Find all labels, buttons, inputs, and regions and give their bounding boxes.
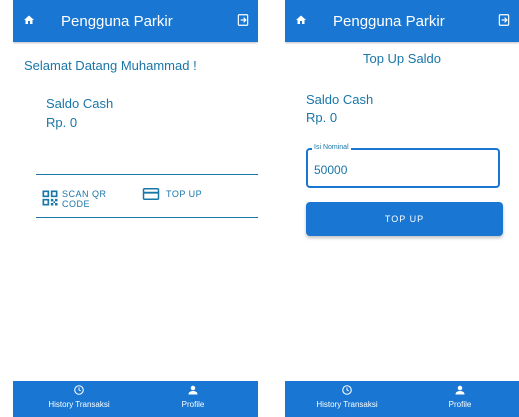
- topup-heading: Top Up Saldo: [362, 51, 442, 66]
- saldo-value: Rp. 0: [46, 115, 78, 130]
- nav-history[interactable]: History Transaksi: [43, 384, 115, 409]
- qr-code-icon: [42, 190, 58, 206]
- exit-icon[interactable]: [236, 13, 250, 27]
- bottom-navigation: History Transaksi Profile: [13, 381, 258, 417]
- nav-profile[interactable]: Profile: [173, 384, 213, 409]
- nav-history-label: History Transaksi: [48, 400, 110, 409]
- home-icon[interactable]: [295, 14, 307, 26]
- divider-top: [36, 174, 258, 175]
- divider-bottom: [36, 217, 258, 218]
- saldo-label: Saldo Cash: [306, 92, 374, 107]
- welcome-text: Selamat Datang Muhammad !: [24, 58, 197, 73]
- top-up-label: TOP UP: [166, 189, 203, 199]
- nominal-field-value[interactable]: 50000: [314, 163, 347, 177]
- nominal-field-label: Isi Nominal: [312, 144, 351, 151]
- saldo-label: Saldo Cash: [46, 96, 114, 111]
- top-up-button[interactable]: TOP UP: [142, 187, 202, 201]
- app-title: Pengguna Parkir: [333, 13, 445, 30]
- scan-qr-button[interactable]: SCAN QR CODE: [40, 188, 107, 209]
- nav-profile-label: Profile: [448, 400, 472, 409]
- nav-history-label: History Transaksi: [316, 400, 378, 409]
- nav-profile-label: Profile: [181, 400, 205, 409]
- top-up-submit-button[interactable]: TOP UP: [306, 202, 503, 236]
- nominal-field[interactable]: Isi Nominal 50000: [306, 144, 500, 188]
- top-up-submit-label: TOP UP: [384, 214, 425, 224]
- nav-history[interactable]: History Transaksi: [311, 384, 383, 409]
- history-icon: [342, 385, 352, 395]
- home-screen: Pengguna Parkir Selamat Datang Muhammad …: [13, 0, 258, 417]
- saldo-value: Rp. 0: [306, 110, 338, 125]
- person-icon: [455, 385, 465, 395]
- scan-qr-label-line2: CODE: [62, 199, 91, 209]
- exit-icon[interactable]: [497, 13, 511, 27]
- home-icon[interactable]: [23, 14, 35, 26]
- app-title: Pengguna Parkir: [61, 13, 173, 30]
- person-icon: [188, 385, 198, 395]
- scan-qr-label-line1: SCAN QR: [62, 189, 107, 199]
- app-bar: Pengguna Parkir: [285, 0, 519, 42]
- bottom-navigation: History Transaksi Profile: [285, 381, 519, 417]
- app-bar: Pengguna Parkir: [13, 0, 258, 42]
- credit-card-icon: [142, 188, 160, 200]
- topup-screen: Pengguna Parkir Top Up Saldo Saldo Cash …: [285, 0, 519, 417]
- history-icon: [74, 385, 84, 395]
- nav-profile[interactable]: Profile: [440, 384, 480, 409]
